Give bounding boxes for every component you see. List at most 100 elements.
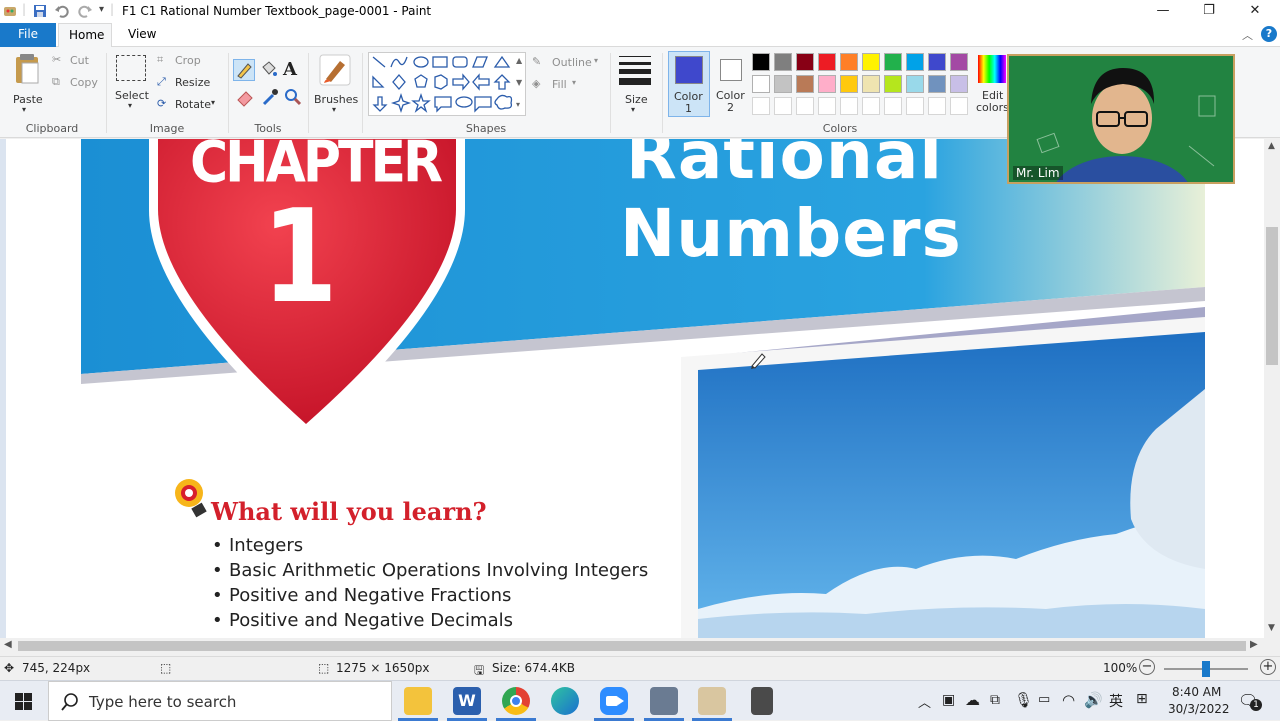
scroll-right-icon[interactable]: ▶: [1250, 639, 1258, 650]
palette-swatch[interactable]: [906, 75, 924, 93]
palette-swatch[interactable]: [862, 75, 880, 93]
palette-swatch[interactable]: [796, 75, 814, 93]
fill-tool-button[interactable]: [258, 59, 278, 79]
edge-icon[interactable]: [551, 687, 579, 715]
color1-button[interactable]: Color 1: [668, 51, 710, 117]
palette-swatch[interactable]: [752, 97, 770, 115]
horizontal-scroll-thumb[interactable]: [18, 641, 1246, 651]
palette-swatch[interactable]: [928, 97, 946, 115]
snipping-tool-icon[interactable]: [650, 687, 678, 715]
collapse-ribbon-icon[interactable]: ︿: [1242, 27, 1253, 43]
palette-swatch[interactable]: [884, 75, 902, 93]
palette-swatch[interactable]: [884, 53, 902, 71]
palette-swatch[interactable]: [950, 97, 968, 115]
palette-swatch[interactable]: [884, 97, 902, 115]
copy-button[interactable]: ⧉ Copy: [52, 75, 104, 91]
taskbar-search-box[interactable]: Type here to search: [48, 681, 392, 721]
fill-button[interactable]: ◈ Fill ▾: [532, 77, 592, 93]
maximize-button[interactable]: ❐: [1186, 0, 1232, 23]
rotate-button[interactable]: ⟳ Rotate ▾: [157, 97, 219, 113]
palette-swatch[interactable]: [840, 97, 858, 115]
palette-swatch[interactable]: [950, 53, 968, 71]
outline-button[interactable]: ✎ Outline ▾: [532, 55, 604, 71]
show-hidden-icons-icon[interactable]: ︿: [918, 692, 931, 711]
zoom-out-button[interactable]: −: [1139, 659, 1155, 675]
paste-button[interactable]: Paste ▾: [8, 51, 48, 114]
brushes-button[interactable]: Brushes ▾: [312, 51, 358, 115]
select-button[interactable]: Select ▾: [112, 53, 152, 113]
wifi-icon[interactable]: ◠: [1062, 691, 1075, 709]
color2-button[interactable]: Color 2: [712, 51, 750, 117]
tab-file[interactable]: File: [0, 23, 56, 47]
quick-access-dropdown-icon[interactable]: ▾: [99, 4, 104, 15]
palette-swatch[interactable]: [906, 97, 924, 115]
palette-swatch[interactable]: [950, 75, 968, 93]
input-mode-icon[interactable]: ⊞: [1136, 691, 1148, 707]
palette-swatch[interactable]: [928, 75, 946, 93]
file-explorer-icon[interactable]: [404, 687, 432, 715]
vertical-scroll-thumb[interactable]: [1266, 227, 1278, 365]
palette-swatch[interactable]: [752, 53, 770, 71]
palette-swatch[interactable]: [862, 97, 880, 115]
scroll-down-icon[interactable]: ▼: [1268, 623, 1275, 633]
input-language-indicator[interactable]: 英: [1109, 691, 1123, 711]
palette-swatch[interactable]: [818, 75, 836, 93]
calculator-icon[interactable]: [751, 687, 773, 715]
palette-swatch[interactable]: [928, 53, 946, 71]
shapes-scroll-buttons[interactable]: ▲ ▼ ▾: [514, 52, 526, 116]
palette-swatch[interactable]: [906, 53, 924, 71]
onedrive-icon[interactable]: ☁: [965, 691, 980, 709]
edit-colors-button[interactable]: Edit colors: [974, 51, 1010, 117]
zoom-slider-thumb[interactable]: [1202, 661, 1210, 677]
clock[interactable]: 8:40 AM 30/3/2022: [1162, 681, 1230, 721]
close-button[interactable]: ✕: [1232, 0, 1278, 23]
palette-swatch[interactable]: [774, 97, 792, 115]
textbook-page-image[interactable]: CHAPTER 1 Rational Numbers What will you…: [6, 139, 1264, 638]
palette-swatch[interactable]: [774, 75, 792, 93]
tab-home[interactable]: Home: [58, 23, 112, 47]
paint-app-icon[interactable]: [2, 3, 18, 22]
undo-icon[interactable]: [54, 3, 70, 22]
text-tool-button[interactable]: A: [283, 59, 303, 80]
zoom-in-button[interactable]: +: [1260, 659, 1276, 675]
tab-view[interactable]: View: [118, 23, 164, 47]
start-button[interactable]: [0, 681, 48, 721]
word-icon[interactable]: W: [453, 687, 481, 715]
cut-button[interactable]: ✂ Cut: [52, 53, 100, 69]
palette-swatch[interactable]: [796, 53, 814, 71]
canvas-area[interactable]: CHAPTER 1 Rational Numbers What will you…: [0, 139, 1264, 638]
action-center-button[interactable]: 🗨 1: [1238, 691, 1262, 711]
eraser-tool-button[interactable]: [235, 87, 255, 107]
paint-taskbar-icon[interactable]: [698, 687, 726, 715]
palette-swatch[interactable]: [840, 75, 858, 93]
palette-swatch[interactable]: [752, 75, 770, 93]
battery-icon[interactable]: ▭: [1038, 692, 1050, 707]
palette-swatch[interactable]: [840, 53, 858, 71]
volume-icon[interactable]: 🔊: [1084, 691, 1103, 709]
security-icon[interactable]: ▣: [942, 692, 955, 708]
chrome-icon[interactable]: [502, 687, 530, 715]
vertical-scrollbar[interactable]: ▲ ▼: [1264, 139, 1280, 638]
resize-button[interactable]: ⤢ Resize: [157, 75, 212, 91]
zoom-app-icon[interactable]: [600, 687, 628, 715]
help-icon[interactable]: ?: [1261, 26, 1277, 42]
palette-swatch[interactable]: [818, 97, 836, 115]
microphone-icon[interactable]: 🎙: [1014, 691, 1033, 709]
save-icon[interactable]: [32, 3, 48, 22]
shapes-gallery[interactable]: [368, 52, 526, 116]
palette-swatch[interactable]: [796, 97, 814, 115]
color-picker-button[interactable]: [260, 87, 280, 107]
minimize-button[interactable]: —: [1140, 0, 1186, 23]
palette-swatch[interactable]: [818, 53, 836, 71]
palette-swatch[interactable]: [862, 53, 880, 71]
pencil-tool-button[interactable]: [233, 59, 255, 81]
scroll-left-icon[interactable]: ◀: [4, 639, 12, 650]
magnifier-button[interactable]: [283, 87, 303, 107]
meet-now-icon[interactable]: ⧉: [990, 692, 1000, 708]
redo-icon[interactable]: [77, 3, 93, 22]
size-button[interactable]: Size ▾: [615, 51, 657, 115]
scroll-up-icon[interactable]: ▲: [1268, 141, 1275, 151]
palette-swatch[interactable]: [774, 53, 792, 71]
crop-button[interactable]: ⌗ Crop: [157, 53, 207, 69]
horizontal-scrollbar[interactable]: ◀ ▶: [0, 638, 1264, 654]
